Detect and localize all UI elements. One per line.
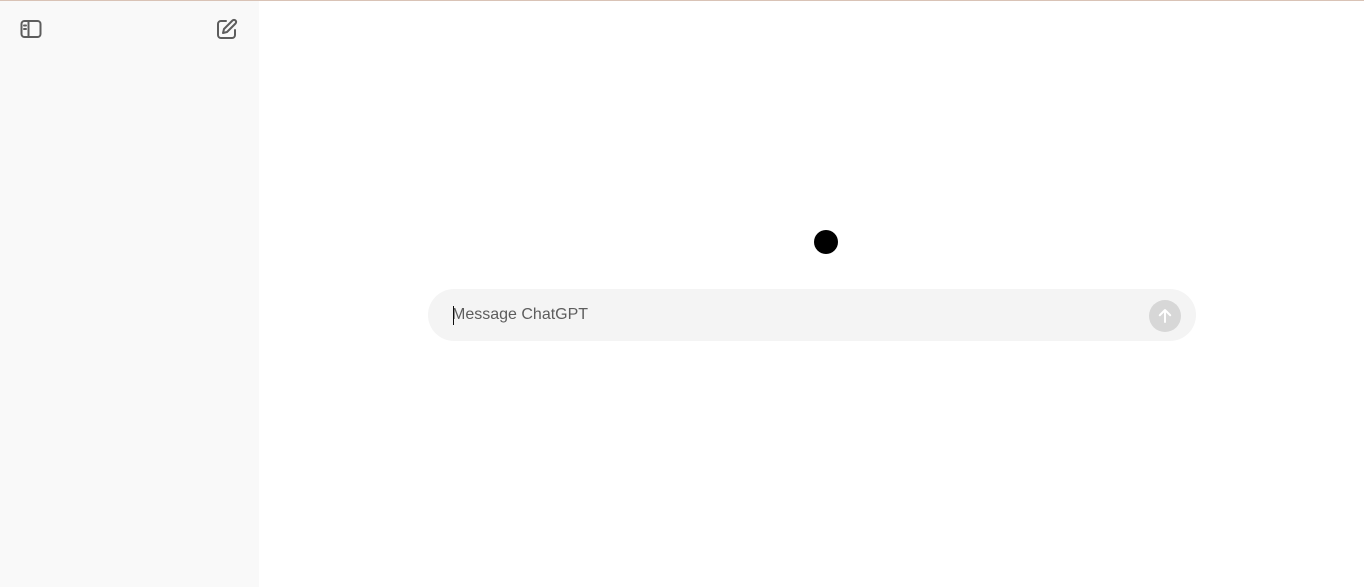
top-border [0, 0, 1364, 1]
main-content [259, 1, 1364, 587]
arrow-up-icon [1158, 309, 1172, 323]
message-composer [428, 289, 1196, 341]
new-chat-button[interactable] [209, 11, 245, 47]
send-button[interactable] [1149, 300, 1181, 332]
sidebar [0, 1, 259, 587]
sidebar-toggle-button[interactable] [13, 11, 49, 47]
message-input[interactable] [452, 303, 1132, 327]
new-chat-icon [217, 18, 238, 39]
sidebar-toggle-icon [20, 20, 42, 38]
loading-dot [814, 230, 838, 254]
text-cursor [453, 306, 454, 325]
